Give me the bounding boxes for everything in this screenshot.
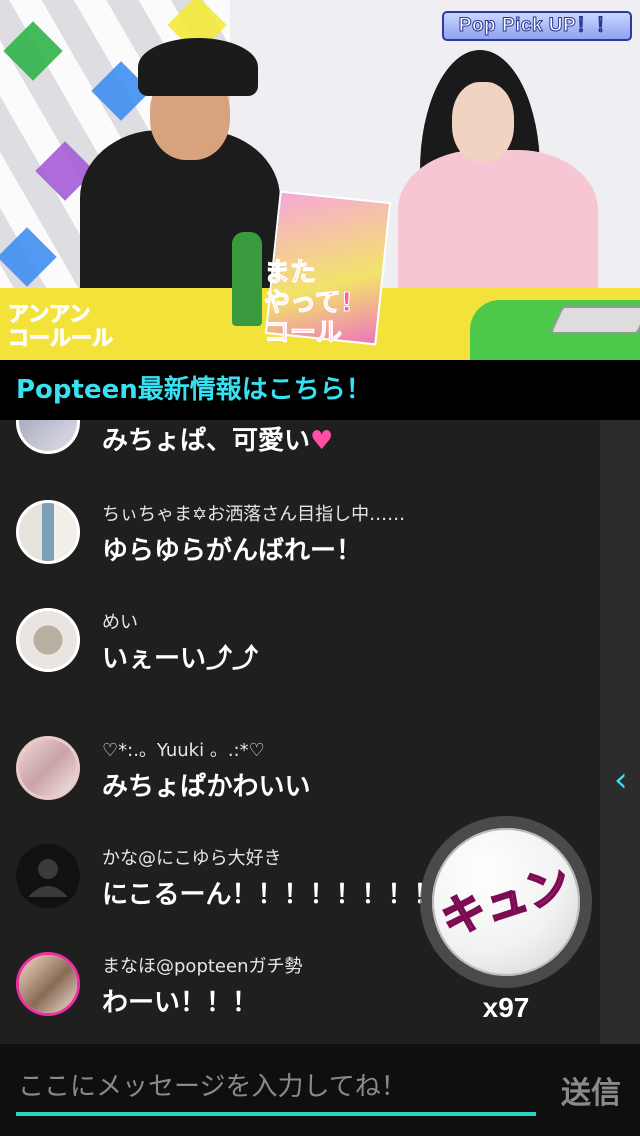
message-text: にこるーん！！！！！！！！	[102, 880, 440, 910]
user-name: めい	[102, 612, 138, 633]
user-avatar[interactable]	[16, 952, 80, 1016]
user-name: かな@にこゆら大好き	[102, 848, 282, 869]
kyun-button[interactable]: キュン	[432, 828, 580, 976]
user-name: まなほ@popteenガチ勢	[102, 956, 303, 977]
chevron-left-icon[interactable]: ‹	[614, 762, 628, 798]
send-button[interactable]: 送信	[556, 1068, 626, 1112]
tablet-device	[549, 306, 640, 334]
kyun-count: x97	[482, 992, 530, 1023]
user-name: ちぃちゃま✡お洒落さん目指し中……	[102, 504, 406, 525]
user-name: ♡*:.。Yuuki 。.:*♡	[102, 740, 265, 761]
heart-icon: ♥	[310, 426, 334, 456]
host-female	[398, 150, 598, 300]
pop-pick-up-badge: Pop Pick UP！！	[442, 11, 632, 41]
host-hat	[138, 38, 258, 96]
chat-message: みちょぱ、可愛い♥	[16, 420, 576, 460]
host-female-face	[452, 82, 514, 162]
message-text: いぇーい⤴︎⤴︎	[102, 644, 259, 674]
message-text: わーい！！！	[102, 988, 259, 1018]
side-rail	[600, 420, 640, 1044]
default-avatar-icon[interactable]	[16, 844, 80, 908]
popteen-news-banner[interactable]: Popteen最新情報はこちら！	[0, 360, 640, 420]
chat-message: ちぃちゃま✡お洒落さん目指し中…… ゆらゆらがんばれー！	[16, 500, 576, 570]
message-text: ゆらゆらがんばれー！	[102, 536, 363, 566]
drink-bottle	[232, 232, 262, 326]
user-avatar[interactable]	[16, 736, 80, 800]
message-input-bar: 送信	[0, 1044, 640, 1136]
user-avatar[interactable]	[16, 420, 80, 454]
user-avatar[interactable]	[16, 500, 80, 564]
chat-message: めい いぇーい⤴︎⤴︎	[16, 608, 576, 678]
message-text: みちょぱ、可愛い♥	[102, 426, 334, 456]
message-text: みちょぱかわいい	[102, 772, 311, 802]
live-video-player[interactable]: アンアン コールール また やって! コール Pop Pick UP！！	[0, 0, 640, 360]
user-avatar[interactable]	[16, 608, 80, 672]
video-caption-left: アンアン コールール	[8, 302, 114, 351]
video-caption-center: また やって! コール	[264, 258, 354, 349]
message-input[interactable]	[16, 1062, 536, 1116]
chat-message: ♡*:.。Yuuki 。.:*♡ みちょぱかわいい	[16, 736, 576, 806]
